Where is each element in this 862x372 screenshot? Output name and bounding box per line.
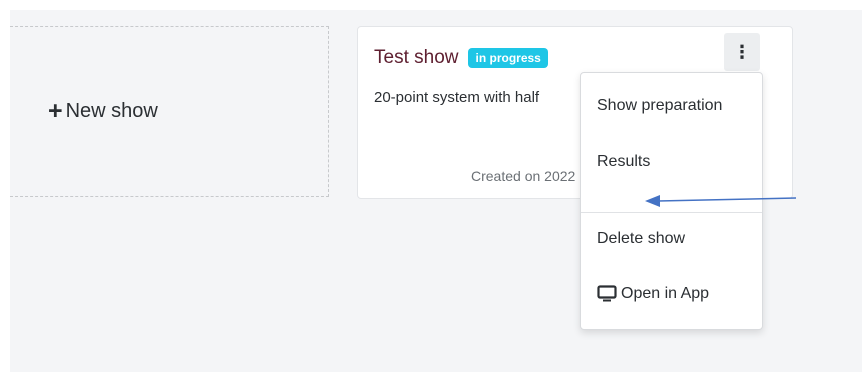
menu-divider — [581, 212, 762, 213]
show-actions-menu: Show preparation Results Delete show Ope… — [580, 72, 763, 330]
status-badge: in progress — [468, 48, 548, 68]
menu-item-label: Results — [597, 153, 651, 170]
menu-item-label: Open in App — [621, 285, 710, 302]
menu-item-open-in-app[interactable]: Open in App — [597, 285, 709, 303]
more-options-button[interactable]: ⋮ — [724, 33, 760, 71]
shows-grid: + New show Test show in progress 20-poin… — [10, 10, 862, 372]
new-show-label: New show — [65, 100, 158, 122]
plus-icon: + — [48, 97, 63, 125]
menu-item-results[interactable]: Results — [597, 153, 650, 171]
show-title-row: Test show in progress — [374, 47, 548, 69]
vertical-ellipsis-icon: ⋮ — [733, 41, 751, 62]
show-title[interactable]: Test show — [374, 47, 458, 69]
menu-item-delete-show[interactable]: Delete show — [597, 230, 685, 248]
menu-item-label: Show preparation — [597, 97, 723, 114]
monitor-icon — [597, 285, 617, 302]
new-show-button[interactable]: + New show — [10, 26, 329, 197]
menu-item-label: Delete show — [597, 230, 686, 247]
show-created-date: Created on 2022 — [471, 168, 576, 184]
show-description: 20-point system with half — [374, 89, 540, 106]
menu-item-show-preparation[interactable]: Show preparation — [597, 97, 722, 115]
